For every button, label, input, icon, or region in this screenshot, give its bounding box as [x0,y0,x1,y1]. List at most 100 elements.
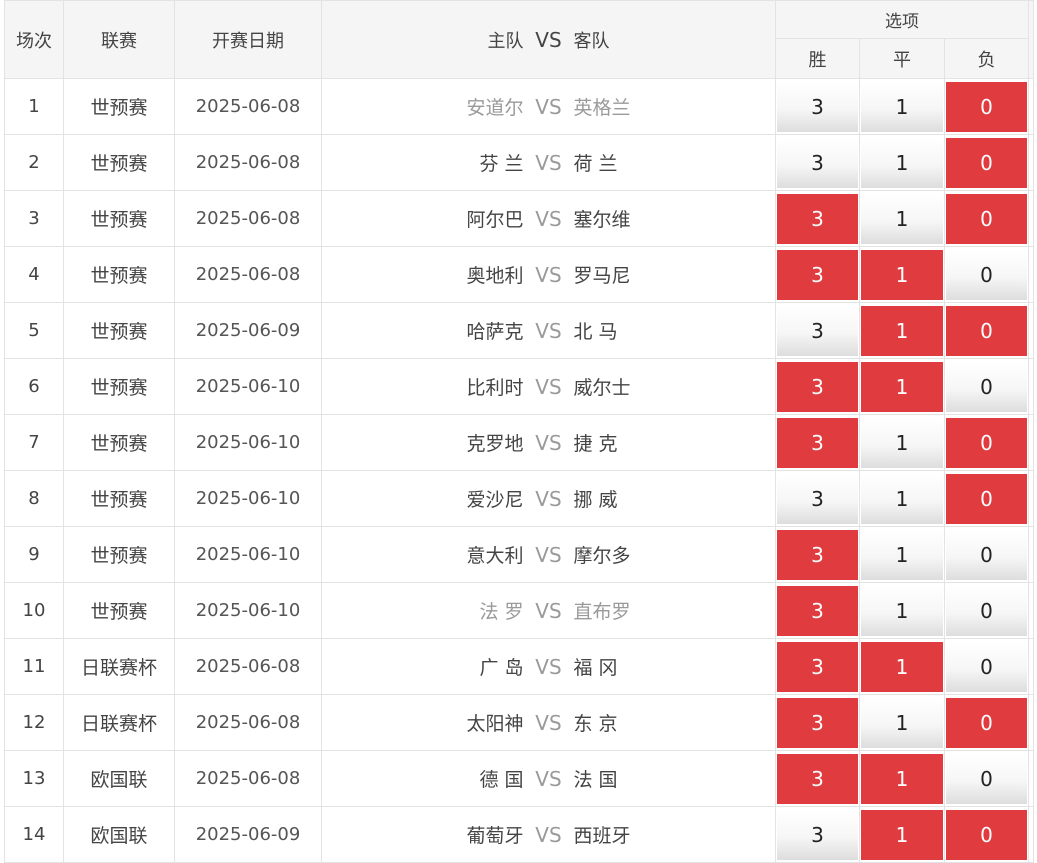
option-lose-button[interactable]: 0 [946,249,1028,300]
row-spacer [1028,694,1035,751]
match-index: 9 [4,526,64,583]
option-lose-button[interactable]: 0 [946,697,1028,748]
match-index: 14 [4,806,64,863]
option-cell: 1 [859,134,945,191]
option-win-button[interactable]: 3 [777,809,858,860]
option-cell: 3 [775,470,860,527]
option-lose-button[interactable]: 0 [946,193,1028,244]
vs-label: VS [535,151,562,175]
option-draw-button[interactable]: 1 [861,361,943,412]
option-cell: 1 [859,694,945,751]
home-team: 哈萨克 [466,321,524,343]
header-win: 胜 [775,38,860,79]
match-teams: 克罗地 VS 捷 克 [321,414,776,471]
vs-label: VS [535,655,562,679]
match-date: 2025-06-10 [174,470,322,527]
option-lose-button[interactable]: 0 [946,473,1028,524]
option-win-button[interactable]: 3 [777,305,858,356]
option-cell: 3 [775,526,860,583]
option-cell: 3 [775,582,860,639]
option-draw-button[interactable]: 1 [861,809,943,860]
home-team: 克罗地 [466,433,524,455]
row-spacer [1028,78,1035,135]
header-league: 联赛 [63,0,175,79]
match-row: 9 世预赛 2025-06-10 意大利 VS 摩尔多 3 1 0 [4,526,1035,583]
option-win-button[interactable]: 3 [777,137,858,188]
option-lose-button[interactable]: 0 [946,809,1028,860]
option-lose-button[interactable]: 0 [946,361,1028,412]
match-teams: 阿尔巴 VS 塞尔维 [321,190,776,247]
match-date: 2025-06-08 [174,134,322,191]
option-cell: 3 [775,302,860,359]
league-name: 世预赛 [63,302,175,359]
home-team: 奥地利 [466,265,524,287]
match-index: 1 [4,78,64,135]
option-draw-button[interactable]: 1 [861,193,943,244]
header-spacer [1028,0,1035,79]
option-draw-button[interactable]: 1 [861,417,943,468]
header-draw: 平 [859,38,945,79]
option-win-button[interactable]: 3 [777,753,858,804]
option-draw-button[interactable]: 1 [861,249,943,300]
option-win-button[interactable]: 3 [777,417,858,468]
match-row: 6 世预赛 2025-06-10 比利时 VS 威尔士 3 1 0 [4,358,1035,415]
option-win-button[interactable]: 3 [777,361,858,412]
match-row: 3 世预赛 2025-06-08 阿尔巴 VS 塞尔维 3 1 0 [4,190,1035,247]
option-lose-button[interactable]: 0 [946,81,1028,132]
match-row: 13 欧国联 2025-06-08 德 国 VS 法 国 310 [4,750,1035,807]
home-team: 爱沙尼 [466,489,524,511]
header-options: 选项 [774,0,1030,39]
match-row: 10 世预赛 2025-06-10 法 罗 VS 直布罗 3 1 0 [4,582,1035,639]
away-team: 摩尔多 [573,545,631,567]
option-lose-button[interactable]: 0 [946,305,1028,356]
row-spacer [1028,190,1035,247]
option-draw-button[interactable]: 1 [861,697,943,748]
option-lose-button[interactable]: 0 [946,641,1028,692]
option-win-button[interactable]: 3 [777,249,858,300]
header-date: 开赛日期 [174,0,322,79]
option-draw-button[interactable]: 1 [861,137,943,188]
option-win-button[interactable]: 3 [777,641,858,692]
option-cell: 3 [775,414,860,471]
row-spacer [1028,526,1035,583]
match-row: 14 欧国联 2025-06-09 葡萄牙 VS 西班牙 3 1 0 [4,806,1035,863]
option-lose-button[interactable]: 0 [946,417,1028,468]
league-name: 欧国联 [63,806,175,863]
option-lose-button[interactable]: 0 [946,529,1028,580]
option-win-button[interactable]: 3 [777,697,858,748]
match-date: 2025-06-08 [174,190,322,247]
match-row: 12 日联赛杯 2025-06-08 太阳神 VS 东 京 310 [4,694,1035,751]
match-date: 2025-06-09 [174,302,322,359]
match-teams: 芬 兰 VS 荷 兰 [321,134,776,191]
option-cell: 3 [775,750,860,807]
match-date: 2025-06-08 [174,750,322,807]
option-draw-button[interactable]: 1 [861,753,943,804]
option-win-button[interactable]: 3 [777,585,858,636]
option-draw-button[interactable]: 1 [861,473,943,524]
option-cell: 0 [943,470,1030,527]
header-vs: VS [535,27,562,52]
option-cell: 3 [775,694,860,751]
table-body: 1 世预赛 2025-06-08 安道尔 VS 英格兰 3 1 0 2 世预赛 2025-06-08 芬… [4,78,1035,863]
option-draw-button[interactable]: 1 [861,81,943,132]
option-win-button[interactable]: 3 [777,193,858,244]
option-draw-button[interactable]: 1 [861,305,943,356]
option-win-button[interactable]: 3 [777,473,858,524]
option-draw-button[interactable]: 1 [861,585,943,636]
option-draw-button[interactable]: 1 [861,529,943,580]
option-win-button[interactable]: 3 [777,81,858,132]
option-win-button[interactable]: 3 [777,529,858,580]
option-lose-button[interactable]: 0 [946,585,1028,636]
match-teams: 德 国 VS 法 国 [321,750,776,807]
home-team: 德 国 [479,769,524,791]
option-cell: 0 [943,694,1030,751]
option-cell: 0 [943,78,1030,135]
vs-label: VS [535,823,562,847]
option-lose-button[interactable]: 0 [946,137,1028,188]
option-draw-button[interactable]: 1 [861,641,943,692]
option-cell: 0 [943,750,1030,807]
option-cell: 3 [775,78,860,135]
row-spacer [1028,582,1035,639]
option-cell: 0 [943,806,1030,863]
option-lose-button[interactable]: 0 [946,753,1028,804]
